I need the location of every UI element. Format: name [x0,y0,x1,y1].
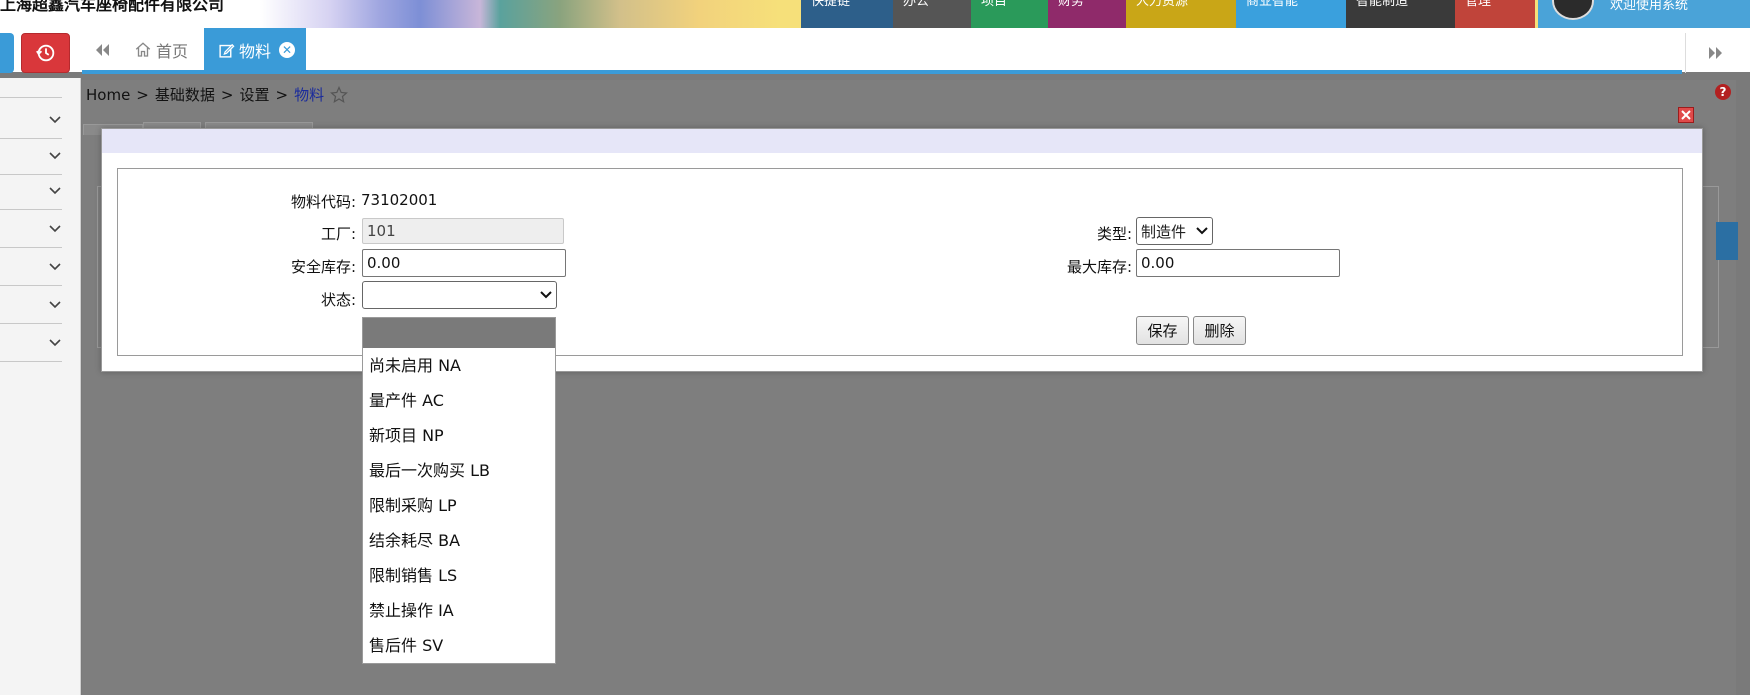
sidebar-divider [0,247,62,248]
background-scroll-strip [1716,222,1738,260]
sidebar-divider [0,209,62,210]
history-icon [35,44,54,62]
top-nav-item-label: 项目 [981,0,1008,9]
type-label: 类型: [1096,225,1132,243]
top-header: 上海超鑫汽车座椅配件有限公司 快捷链 办公 项目 财务 人力资源 商业智能 智能制造 管理 欢… [0,0,1750,28]
max-stock-label: 最大库存: [1066,258,1132,276]
top-nav-item[interactable]: 快捷链 [801,0,893,28]
status-option[interactable] [363,318,555,348]
chevron-down-icon[interactable] [48,113,62,127]
type-select[interactable]: 制造件 [1136,217,1213,245]
sidebar-divider [0,138,62,139]
safety-stock-label: 安全库存: [290,258,356,276]
top-nav-item[interactable]: 智能制造 [1346,0,1455,28]
top-nav-item-label: 快捷链 [811,0,851,9]
max-stock-field[interactable] [1136,249,1340,277]
menu-toggle-button[interactable] [0,33,14,73]
history-button[interactable] [21,33,70,73]
breadcrumb: Home > 基础数据 > 设置 > 物料 [86,84,349,105]
sidebar [0,78,81,695]
top-nav: 快捷链 办公 项目 财务 人力资源 商业智能 智能制造 管理 [801,0,1535,28]
close-dialog-button[interactable] [1678,107,1694,123]
status-select[interactable] [362,281,557,309]
safety-stock-field[interactable] [362,249,566,277]
material-code-label: 物料代码: [290,193,356,211]
status-option[interactable]: 售后件 SV [363,628,555,663]
delete-button[interactable]: 删除 [1193,316,1246,345]
status-option[interactable]: 量产件 AC [363,383,555,418]
scroll-tabs-right-button[interactable] [1685,33,1746,73]
factory-field[interactable] [362,218,564,244]
top-nav-item[interactable]: 管理 [1455,0,1535,28]
breadcrumb-basic-data[interactable]: 基础数据 [155,84,215,105]
sidebar-divider [0,323,62,324]
tab-home-label: 首页 [156,42,189,61]
type-select-value: 制造件 [1141,222,1187,241]
star-icon[interactable] [330,85,349,104]
breadcrumb-home[interactable]: Home [86,86,130,104]
user-name: 欢迎使用系统 [1610,0,1689,13]
status-option[interactable]: 新项目 NP [363,418,555,453]
close-icon [1681,110,1691,120]
avatar[interactable] [1552,0,1594,20]
top-nav-item-label: 办公 [903,0,930,9]
home-icon [135,42,151,57]
save-button[interactable]: 保存 [1136,316,1189,345]
chevron-down-icon [540,291,552,299]
breadcrumb-settings[interactable]: 设置 [239,84,269,105]
tab-home[interactable]: 首页 [122,28,204,72]
chevron-down-icon[interactable] [48,222,62,236]
scroll-tabs-left-button[interactable] [82,28,122,72]
status-option[interactable]: 尚未启用 NA [363,348,555,383]
tab-material[interactable]: 物料 ✕ [204,28,306,72]
sidebar-divider [0,361,62,362]
top-nav-item[interactable]: 人力资源 [1126,0,1236,28]
breadcrumb-separator: > [220,85,234,104]
top-nav-item-label: 商业智能 [1246,0,1299,9]
sidebar-divider [0,285,62,286]
status-option[interactable]: 限制采购 LP [363,488,555,523]
close-tab-icon[interactable]: ✕ [279,42,296,58]
company-name: 上海超鑫汽车座椅配件有限公司 [0,0,225,14]
tab-underline [82,70,1682,74]
dialog-header [102,129,1702,153]
breadcrumb-separator: > [275,85,289,104]
top-nav-item-label: 财务 [1058,0,1085,9]
status-dropdown-list: 尚未启用 NA 量产件 AC 新项目 NP 最后一次购买 LB 限制采购 LP 结余耗尽 … [362,317,556,664]
chevron-down-icon [1196,227,1208,235]
double-chevron-right-icon [1709,47,1722,59]
factory-label: 工厂: [320,225,356,243]
top-nav-item-label: 管理 [1465,0,1492,9]
top-nav-item[interactable]: 财务 [1048,0,1126,28]
status-option[interactable]: 最后一次购买 LB [363,453,555,488]
status-option[interactable]: 禁止操作 IA [363,593,555,628]
top-nav-item[interactable]: 项目 [971,0,1048,28]
sidebar-divider [0,97,62,98]
edit-icon [219,43,235,58]
status-option[interactable]: 限制销售 LS [363,558,555,593]
status-label: 状态: [320,291,356,309]
tab-material-label: 物料 [239,42,272,61]
double-chevron-left-icon [96,44,109,56]
chevron-down-icon[interactable] [48,149,62,163]
chevron-down-icon[interactable] [48,184,62,198]
top-nav-item-label: 人力资源 [1136,0,1189,9]
top-nav-item[interactable]: 商业智能 [1236,0,1346,28]
user-area[interactable]: 欢迎使用系统 [1538,0,1750,28]
breadcrumb-separator: > [136,85,149,104]
top-nav-item[interactable]: 办公 [893,0,971,28]
material-code-value: 73102001 [361,191,438,209]
status-option[interactable]: 结余耗尽 BA [363,523,555,558]
breadcrumb-current: 物料 [294,86,325,104]
chevron-down-icon[interactable] [48,260,62,274]
chevron-down-icon[interactable] [48,298,62,312]
sidebar-divider [0,174,62,175]
help-icon[interactable]: ? [1715,84,1731,100]
chevron-down-icon[interactable] [48,336,62,350]
top-nav-item-label: 智能制造 [1356,0,1409,9]
